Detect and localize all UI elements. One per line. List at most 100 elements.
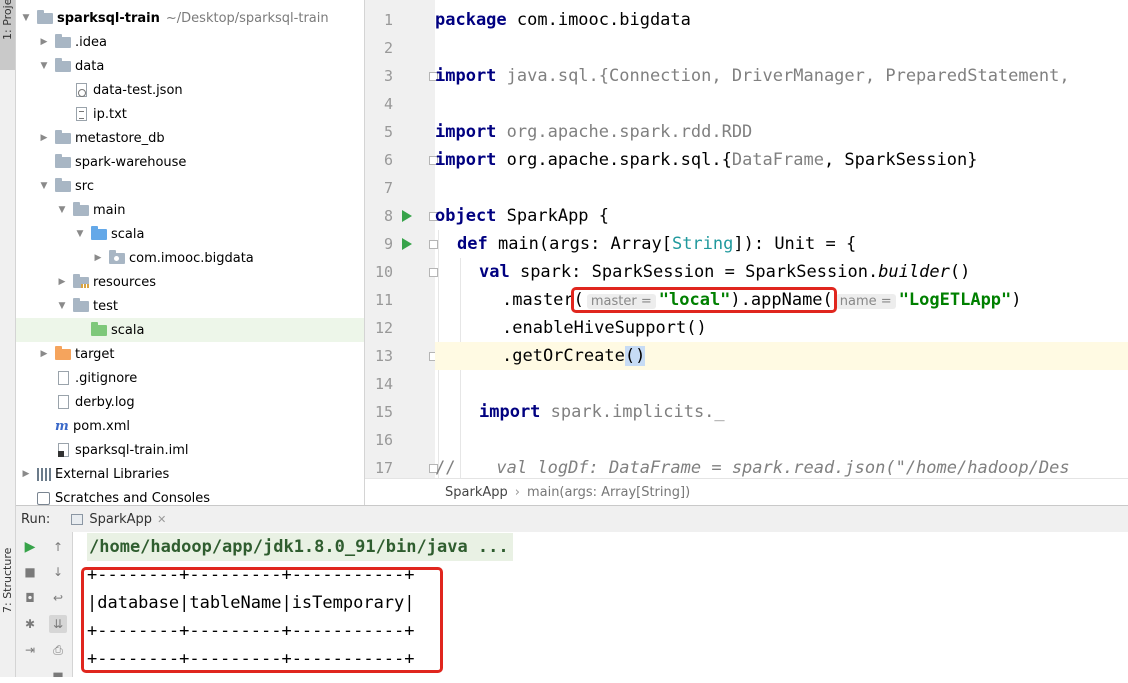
tree-item-sparksql-train-iml[interactable]: sparksql-train.iml [16,438,364,462]
chevron-right-icon[interactable]: ▶ [93,253,103,263]
folder-icon [73,202,89,216]
camera-icon[interactable]: ◘ [21,589,39,607]
tree-item-external-libraries[interactable]: ▶ External Libraries [16,462,364,486]
source-folder-icon [91,226,107,240]
code-line-12: .enableHiveSupport() [502,318,707,338]
line-number[interactable]: 16 [365,426,393,454]
chevron-down-icon[interactable]: ▼ [57,301,67,311]
editor-gutter: 1 2 3 4 5 6 7 8 9 10 11 12 13 14 15 16 17 [365,0,438,478]
print-icon[interactable]: ⎙ [49,641,67,659]
run-config-icon [71,514,84,525]
console-output[interactable]: /home/hadoop/app/jdk1.8.0_91/bin/java ..… [73,532,1128,677]
scratch-icon [37,491,50,505]
line-number[interactable]: 6 [365,146,393,174]
soft-wrap-icon[interactable]: ↩ [49,589,67,607]
tree-item-label: .gitignore [75,370,138,386]
tree-item-ip-txt[interactable]: ip.txt [16,102,364,126]
tree-item-idea[interactable]: ▶ .idea [16,30,364,54]
chevron-down-icon[interactable]: ▼ [21,13,31,23]
tree-item-data[interactable]: ▼ data [16,54,364,78]
arrow-down-icon[interactable]: ↓ [49,563,67,581]
code-line-8: object SparkApp { [435,206,610,226]
settings-icon[interactable]: ✱ [21,615,39,633]
breadcrumb-object[interactable]: SparkApp [445,485,508,500]
tree-item-derby-log[interactable]: derby.log [16,390,364,414]
tree-item-main[interactable]: ▼ main [16,198,364,222]
folder-icon [55,34,71,48]
line-number[interactable]: 10 [365,258,393,286]
run-tab-sparkapp[interactable]: SparkApp ✕ [71,512,166,527]
trash-icon[interactable]: ▬ [49,665,67,683]
code-editor[interactable]: 1 2 3 4 5 6 7 8 9 10 11 12 13 14 15 16 17 package com.im… [365,0,1128,478]
rerun-icon[interactable]: ▶ [21,538,39,556]
code-area[interactable]: package com.imooc.bigdata import java.sq… [435,0,1128,478]
tree-item-test[interactable]: ▼ test [16,294,364,318]
line-number[interactable]: 14 [365,370,393,398]
run-gutter-icon[interactable] [402,210,412,222]
tree-item-scala[interactable]: scala [16,318,364,342]
line-number[interactable]: 3 [365,62,393,90]
tree-item-com-imooc-bigdata[interactable]: ▶ com.imooc.bigdata [16,246,364,270]
line-number[interactable]: 9 [365,230,393,258]
stop-icon[interactable]: ■ [21,563,39,581]
tree-item-scala[interactable]: ▼ scala [16,222,364,246]
tree-item-label: data [75,58,105,74]
line-number[interactable]: 7 [365,174,393,202]
tree-item-src[interactable]: ▼ src [16,174,364,198]
tree-item-pom-xml[interactable]: m pom.xml [16,414,364,438]
chevron-right-icon: › [514,485,520,500]
tree-item-label: ip.txt [93,106,127,122]
tree-item-resources[interactable]: ▶ resources [16,270,364,294]
code-line-13: .getOrCreate() [435,342,1128,370]
line-number[interactable]: 4 [365,90,393,118]
chevron-down-icon[interactable]: ▼ [75,229,85,239]
console-command-line[interactable]: /home/hadoop/app/jdk1.8.0_91/bin/java ..… [87,533,513,561]
line-number[interactable]: 17 [365,454,393,478]
chevron-right-icon[interactable]: ▶ [21,469,31,479]
tree-item-label: com.imooc.bigdata [129,250,254,266]
maven-icon: m [55,418,69,434]
excluded-folder-icon [55,346,71,360]
tree-item-label: External Libraries [55,466,170,482]
close-icon[interactable]: ✕ [157,513,166,526]
tree-item-metastore-db[interactable]: ▶ metastore_db [16,126,364,150]
line-number[interactable]: 1 [365,6,393,34]
breadcrumb-method[interactable]: main(args: Array[String]) [527,485,690,500]
package-icon [109,250,125,264]
tree-item-label: derby.log [75,394,135,410]
scroll-to-end-icon[interactable]: ⇊ [49,615,67,633]
line-number[interactable]: 13 [365,342,393,370]
structure-tool-tab[interactable]: 7: Structure [0,520,15,650]
login-icon[interactable]: ⇥ [21,641,39,659]
tree-item-scratches-and-consoles[interactable]: Scratches and Consoles [16,486,364,505]
tree-item-label: target [75,346,115,362]
chevron-down-icon[interactable]: ▼ [39,181,49,191]
tree-item-gitignore[interactable]: .gitignore [16,366,364,390]
chevron-down-icon[interactable]: ▼ [39,61,49,71]
chevron-right-icon[interactable]: ▶ [39,37,49,47]
line-number[interactable]: 11 [365,286,393,314]
folder-icon [55,178,71,192]
tree-item-label: spark-warehouse [75,154,187,170]
run-toolbar: ▶ ↑ ■ ↓ ◘ ↩ ✱ ⇊ ⇥ ⎙ ▬ [16,532,73,681]
tree-item-target[interactable]: ▶ target [16,342,364,366]
line-number[interactable]: 2 [365,34,393,62]
chevron-right-icon[interactable]: ▶ [57,277,67,287]
line-number[interactable]: 5 [365,118,393,146]
chevron-down-icon[interactable]: ▼ [57,205,67,215]
project-tool-tab[interactable]: 1: Project [0,0,15,70]
chevron-right-icon[interactable]: ▶ [39,133,49,143]
line-number[interactable]: 12 [365,314,393,342]
line-number[interactable]: 8 [365,202,393,230]
tree-item-spark-warehouse[interactable]: spark-warehouse [16,150,364,174]
chevron-right-icon[interactable]: ▶ [39,349,49,359]
folder-icon [55,154,71,168]
tree-item-sparksql-train[interactable]: ▼ sparksql-train ~/Desktop/sparksql-train [16,6,364,30]
arrow-up-icon[interactable]: ↑ [49,538,67,556]
run-gutter-icon[interactable] [402,238,412,250]
line-number[interactable]: 15 [365,398,393,426]
tree-item-label: metastore_db [75,130,165,146]
tree-item-data-test-json[interactable]: data-test.json [16,78,364,102]
